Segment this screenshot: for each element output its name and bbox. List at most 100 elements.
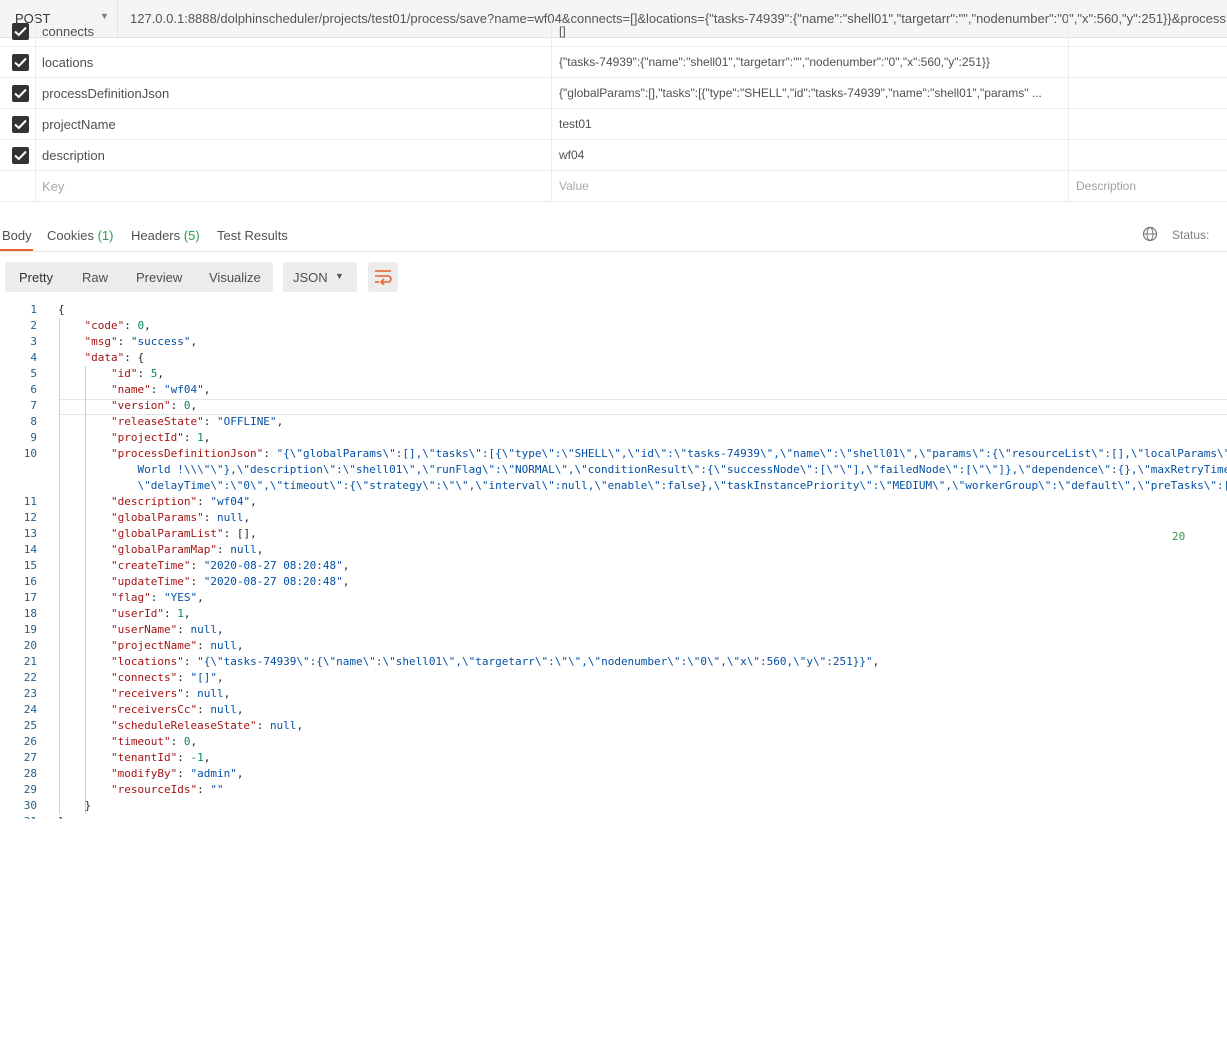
code-text: "userName": null,: [110, 623, 224, 636]
code-line: 6 "name": "wf04",: [0, 382, 1227, 398]
code-line: 16 "updateTime": "2020-08-27 08:20:48",: [0, 574, 1227, 590]
code-line: 5 "id": 5,: [0, 366, 1227, 382]
code-line: 13 "globalParamList": [],: [0, 526, 1227, 542]
param-value[interactable]: test01: [559, 117, 592, 131]
code-text: "modifyBy": "admin",: [110, 767, 244, 780]
param-checkbox-cell: [0, 140, 36, 170]
param-description-placeholder[interactable]: Description: [1076, 179, 1136, 193]
code-text: "tenantId": -1,: [110, 751, 211, 764]
code-line: 23 "receivers": null,: [0, 686, 1227, 702]
tab-cookies[interactable]: Cookies (1): [47, 228, 113, 243]
code-line: \"delayTime\":\"0\",\"timeout\":{\"strat…: [0, 478, 1227, 494]
wrap-icon: [375, 270, 392, 285]
param-checkbox[interactable]: [12, 147, 29, 164]
line-number: 26: [23, 735, 37, 748]
code-line: 4 "data": {: [0, 350, 1227, 366]
param-value[interactable]: wf04: [559, 148, 584, 162]
code-line: 18 "userId": 1,: [0, 606, 1227, 622]
code-line: 9 "projectId": 1,: [0, 430, 1227, 446]
param-key[interactable]: connects: [42, 24, 94, 39]
tab-headers-label: Headers: [131, 228, 181, 243]
column-divider: [551, 78, 552, 108]
param-checkbox-cell: [0, 47, 36, 77]
line-number: 22: [23, 671, 37, 684]
code-text: "id": 5,: [110, 367, 164, 380]
code-text: "msg": "success",: [84, 335, 198, 348]
code-line: 21 "locations": "{\"tasks-74939\":{\"nam…: [0, 654, 1227, 670]
code-line: 26 "timeout": 0,: [0, 734, 1227, 750]
code-line: 2 "code": 0,: [0, 318, 1227, 334]
param-key[interactable]: description: [42, 148, 105, 163]
param-checkbox-cell: [0, 171, 36, 201]
line-number: 14: [23, 543, 37, 556]
code-line: 24 "receiversCc": null,: [0, 702, 1227, 718]
code-text: "timeout": 0,: [110, 735, 198, 748]
param-row: processDefinitionJson {"globalParams":[],…: [0, 78, 1227, 109]
param-checkbox[interactable]: [12, 85, 29, 102]
code-text: "receiversCc": null,: [110, 703, 244, 716]
code-line: 15 "createTime": "2020-08-27 08:20:48",: [0, 558, 1227, 574]
param-checkbox[interactable]: [12, 116, 29, 133]
line-number: 19: [23, 623, 37, 636]
code-text: "resourceIds": "": [110, 783, 224, 796]
wrap-lines-button[interactable]: [368, 262, 398, 292]
chevron-down-icon: ▼: [335, 271, 344, 281]
param-key[interactable]: processDefinitionJson: [42, 86, 169, 101]
code-text: "code": 0,: [84, 319, 151, 332]
column-divider: [1068, 171, 1069, 201]
visualize-button[interactable]: Visualize: [209, 270, 261, 285]
pretty-button[interactable]: Pretty: [19, 270, 53, 285]
param-checkbox[interactable]: [12, 54, 29, 71]
code-text: {: [58, 303, 65, 316]
tab-test-results[interactable]: Test Results: [217, 228, 288, 243]
code-text: "name": "wf04",: [110, 383, 211, 396]
code-line: 30 }: [0, 798, 1227, 814]
line-number: 20: [23, 639, 37, 652]
line-number: 3: [30, 335, 37, 348]
column-divider: [551, 16, 552, 46]
globe-icon[interactable]: [1142, 226, 1158, 247]
code-line: 27 "tenantId": -1,: [0, 750, 1227, 766]
code-text: "description": "wf04",: [110, 495, 257, 508]
param-row: projectName test01: [0, 109, 1227, 140]
param-row: description wf04: [0, 140, 1227, 171]
format-label: JSON: [293, 270, 328, 285]
tab-body[interactable]: Body: [2, 228, 32, 243]
line-number: 23: [23, 687, 37, 700]
param-row-new: Key Value Description: [0, 171, 1227, 202]
code-line: 11 "description": "wf04",: [0, 494, 1227, 510]
code-line: 31}: [0, 814, 1227, 819]
code-line: 29 "resourceIds": "": [0, 782, 1227, 798]
code-line: 8 "releaseState": "OFFLINE",: [0, 414, 1227, 430]
param-value-placeholder[interactable]: Value: [559, 179, 589, 193]
param-key[interactable]: locations: [42, 55, 93, 70]
raw-button[interactable]: Raw: [82, 270, 108, 285]
code-line: 3 "msg": "success",: [0, 334, 1227, 350]
response-body-editor[interactable]: 1{2 "code": 0, 3 "msg": "success", 4 "data…: [0, 302, 1227, 819]
tab-headers[interactable]: Headers (5): [131, 228, 200, 243]
column-divider: [1068, 16, 1069, 46]
param-row: locations {"tasks-74939":{"name":"shell01…: [0, 47, 1227, 78]
tab-cookies-label: Cookies: [47, 228, 94, 243]
column-divider: [1068, 47, 1069, 77]
code-text: }: [58, 814, 65, 819]
code-text: "updateTime": "2020-08-27 08:20:48",: [110, 575, 350, 588]
code-line: 20 "projectName": null,: [0, 638, 1227, 654]
param-checkbox[interactable]: [12, 23, 29, 40]
preview-button[interactable]: Preview: [136, 270, 182, 285]
code-line: 12 "globalParams": null,: [0, 510, 1227, 526]
column-divider: [551, 47, 552, 77]
line-number: 28: [23, 767, 37, 780]
format-select[interactable]: JSON ▼: [283, 262, 357, 292]
param-key[interactable]: projectName: [42, 117, 116, 132]
line-number: 13: [23, 527, 37, 540]
param-value[interactable]: []: [559, 24, 566, 38]
code-text: "projectName": null,: [110, 639, 244, 652]
param-key-placeholder[interactable]: Key: [42, 179, 64, 194]
code-line: 25 "scheduleReleaseState": null,: [0, 718, 1227, 734]
code-text: "data": {: [84, 351, 145, 364]
code-text: "releaseState": "OFFLINE",: [110, 415, 284, 428]
code-text: "version": 0,: [110, 399, 198, 412]
param-value[interactable]: {"globalParams":[],"tasks":[{"type":"SHE…: [559, 86, 1042, 100]
param-value[interactable]: {"tasks-74939":{"name":"shell01","target…: [559, 55, 990, 69]
